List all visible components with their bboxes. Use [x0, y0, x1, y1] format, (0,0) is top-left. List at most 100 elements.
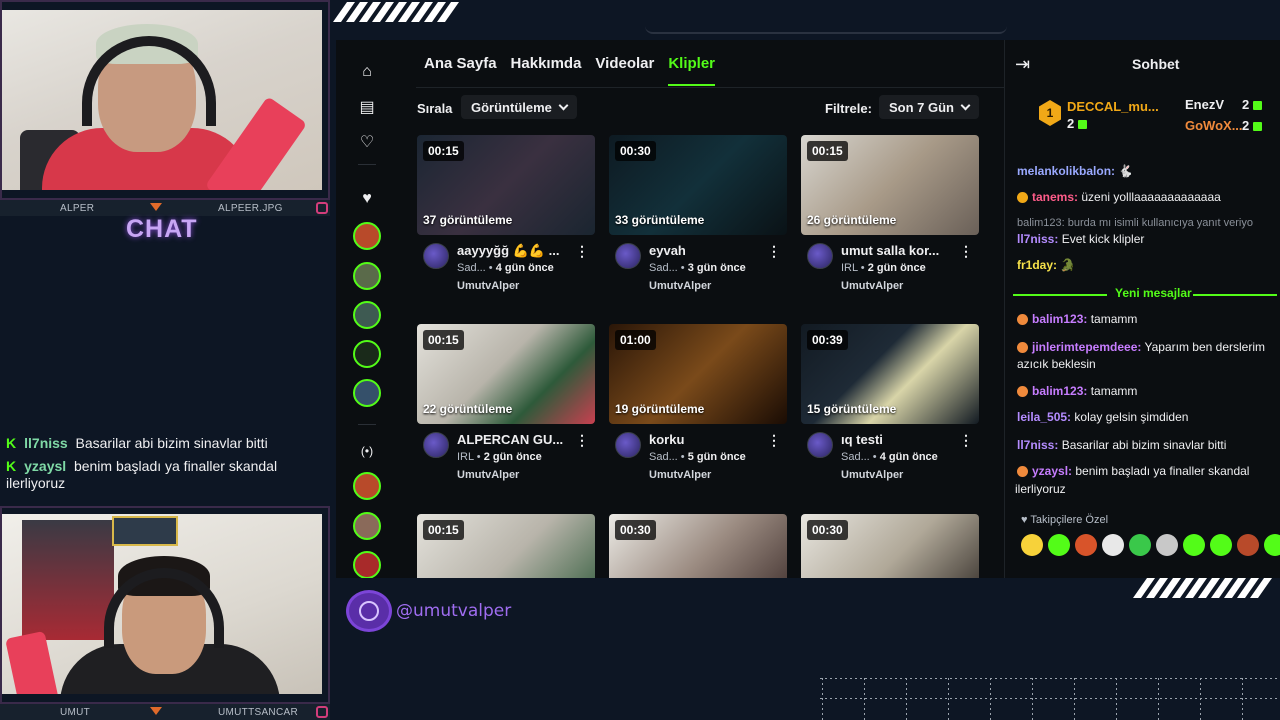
chat-username[interactable]: ll7niss: [1017, 232, 1058, 246]
clip-card[interactable]: 00:30 [609, 514, 787, 578]
recommended-channel-avatar[interactable] [353, 551, 381, 578]
clip-card[interactable]: 00:39 15 görüntüleme ıq testi ⋮ Sad... •… [801, 324, 979, 484]
clip-meta: Sad... • 4 gün önce [457, 262, 554, 274]
overlay-chat-message: Kyzaysl benim başladı ya finaller skanda… [6, 458, 324, 492]
recommended-channel-avatar[interactable] [353, 512, 381, 540]
tab-about[interactable]: Hakkımda [511, 55, 582, 86]
followed-channel-avatar[interactable] [353, 262, 381, 290]
followed-channel-avatar[interactable] [353, 222, 381, 250]
tab-clips[interactable]: Klipler [668, 55, 716, 86]
more-options-icon[interactable]: ⋮ [959, 243, 973, 260]
clip-card[interactable]: 00:15 22 görüntüleme ALPERCAN GU... ⋮ IR… [417, 324, 595, 484]
chat-message: yzaysl: benim başladı ya finaller skanda… [1017, 464, 1249, 479]
followed-channel-avatar[interactable] [353, 379, 381, 407]
clip-card[interactable]: 00:15 [417, 514, 595, 578]
tab-videos[interactable]: Videolar [595, 55, 654, 86]
clip-card[interactable]: 01:00 19 görüntüleme korku ⋮ Sad... • 5 … [609, 324, 787, 484]
clip-thumbnail[interactable]: 00:15 26 görüntüleme [801, 135, 979, 235]
chat-username[interactable]: melankolikbalon: [1017, 164, 1115, 178]
more-options-icon[interactable]: ⋮ [575, 432, 589, 449]
recommended-channel-avatar[interactable] [353, 472, 381, 500]
emote-icon[interactable] [1048, 534, 1070, 556]
channel-avatar[interactable] [807, 432, 833, 458]
followed-channel-avatar[interactable] [353, 340, 381, 368]
overlay-chat-text: Basarilar abi bizim sinavlar bitti [75, 435, 268, 451]
clip-thumbnail[interactable]: 01:00 19 görüntüleme [609, 324, 787, 424]
channel-avatar[interactable] [615, 432, 641, 458]
tab-home[interactable]: Ana Sayfa [424, 55, 497, 86]
emote-icon[interactable] [1183, 534, 1205, 556]
kick-channel-page: ⌂ ▤ ♡ ♥ (•) Ana Sayfa Hakkımda Videolar … [336, 40, 1280, 578]
clip-title[interactable]: ıq testi [841, 432, 953, 447]
emote-icon[interactable] [1237, 534, 1259, 556]
emote-icon[interactable] [1210, 534, 1232, 556]
emote-icon[interactable] [1156, 534, 1178, 556]
emote-icon[interactable] [1075, 534, 1097, 556]
new-messages-label: Yeni mesajlar [1115, 286, 1192, 300]
clip-channel[interactable]: UmutvAlper [841, 469, 903, 481]
channel-avatar[interactable] [615, 243, 641, 269]
emote-icon[interactable] [1021, 534, 1043, 556]
clip-channel[interactable]: UmutvAlper [457, 469, 519, 481]
clip-card[interactable]: 00:30 33 görüntüleme eyvah ⋮ Sad... • 3 … [609, 135, 787, 295]
gifter-name[interactable]: EnezV [1185, 97, 1224, 112]
clip-channel[interactable]: UmutvAlper [457, 280, 519, 292]
followed-channel-avatar[interactable] [353, 301, 381, 329]
clip-thumbnail[interactable]: 00:15 22 görüntüleme [417, 324, 595, 424]
browse-icon[interactable]: ▤ [358, 99, 376, 117]
chat-username[interactable]: balim123: [1032, 312, 1087, 326]
chevron-down-icon [558, 100, 569, 110]
channel-avatar[interactable] [423, 432, 449, 458]
filter-dropdown[interactable]: Son 7 Gün [879, 95, 979, 119]
emote-icon[interactable] [1129, 534, 1151, 556]
clip-card[interactable]: 00:15 26 görüntüleme umut salla kor... ⋮… [801, 135, 979, 295]
clip-filters: Sırala Görüntüleme Filtrele: Son 7 Gün [417, 95, 999, 121]
clip-title[interactable]: ALPERCAN GU... [457, 432, 569, 447]
chat-username[interactable]: jinlerimtepemdeee: [1032, 340, 1141, 354]
more-options-icon[interactable]: ⋮ [575, 243, 589, 260]
clip-views: 37 görüntüleme [423, 213, 513, 227]
webcam-bottom-namebar: UMUT UMUTTSANCAR [0, 704, 330, 720]
clip-channel[interactable]: UmutvAlper [649, 469, 711, 481]
collapse-chat-icon[interactable]: ⇥ [1015, 54, 1030, 75]
chat-username[interactable]: leila_505: [1017, 410, 1071, 424]
clip-title[interactable]: aayyyğğ 💪💪 ... [457, 243, 569, 259]
clip-thumbnail[interactable]: 00:30 33 görüntüleme [609, 135, 787, 235]
channel-avatar[interactable] [807, 243, 833, 269]
browser-topbar [645, 22, 1007, 34]
channel-tabs: Ana Sayfa Hakkımda Videolar Klipler [424, 55, 716, 86]
more-options-icon[interactable]: ⋮ [767, 243, 781, 260]
emote-icon[interactable] [1102, 534, 1124, 556]
channel-avatar[interactable] [423, 243, 449, 269]
clip-thumbnail[interactable]: 00:15 [417, 514, 595, 578]
home-icon[interactable]: ⌂ [358, 63, 376, 81]
gifter-name[interactable]: GoWoX... [1185, 118, 1243, 133]
clip-thumbnail[interactable]: 00:15 37 görüntüleme [417, 135, 595, 235]
clip-age: 5 gün önce [687, 451, 746, 463]
clip-age: 2 gün önce [867, 262, 926, 274]
sort-dropdown[interactable]: Görüntüleme [461, 95, 577, 119]
clip-title[interactable]: eyvah [649, 243, 761, 258]
clip-card[interactable]: 00:15 37 görüntüleme aayyyğğ 💪💪 ... ⋮ Sa… [417, 135, 595, 295]
kick-icon: K [6, 435, 17, 451]
gifter-name[interactable]: DECCAL_mu... [1067, 99, 1159, 114]
clip-thumbnail[interactable]: 00:30 [609, 514, 787, 578]
clip-category: IRL [841, 262, 858, 274]
clip-thumbnail[interactable]: 00:30 [801, 514, 979, 578]
clip-title[interactable]: umut salla kor... [841, 243, 953, 258]
chat-username[interactable]: yzaysl: [1032, 464, 1072, 478]
heart-icon[interactable]: ♡ [358, 134, 376, 152]
chat-username[interactable]: tanems: [1032, 190, 1078, 204]
clip-title[interactable]: korku [649, 432, 761, 447]
chat-username[interactable]: balim123: [1032, 384, 1087, 398]
chat-username[interactable]: fr1day: [1017, 258, 1057, 272]
clip-card[interactable]: 00:30 [801, 514, 979, 578]
more-options-icon[interactable]: ⋮ [767, 432, 781, 449]
clip-channel[interactable]: UmutvAlper [841, 280, 903, 292]
clip-channel[interactable]: UmutvAlper [649, 280, 711, 292]
clip-thumbnail[interactable]: 00:39 15 görüntüleme [801, 324, 979, 424]
chat-username[interactable]: ll7niss: [1017, 438, 1058, 452]
emote-icon[interactable] [1264, 534, 1280, 556]
sort-label: Sırala [417, 101, 453, 116]
more-options-icon[interactable]: ⋮ [959, 432, 973, 449]
